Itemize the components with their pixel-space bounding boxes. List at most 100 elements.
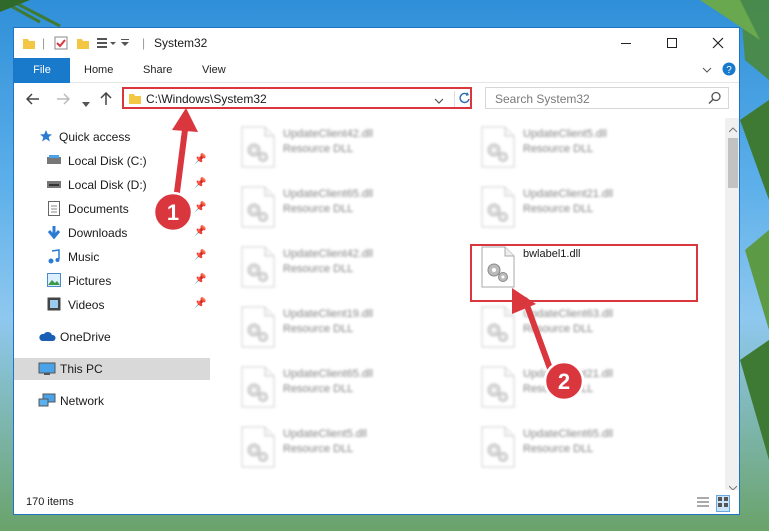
target-file-highlight — [470, 244, 698, 302]
file-item[interactable]: UpdateClient19.dll Resource DLL — [211, 302, 441, 348]
dll-gear-icon — [241, 126, 275, 168]
pin-icon[interactable]: 📌 — [194, 274, 206, 285]
address-bar[interactable]: C:\Windows\System32 — [122, 87, 472, 109]
sidebar-item-label: Local Disk (C:) — [68, 154, 147, 168]
scrollbar-thumb[interactable] — [728, 138, 738, 188]
customize-qa-icon[interactable] — [96, 35, 118, 51]
file-item[interactable]: UpdateClient65.dll Resource DLL — [211, 362, 441, 408]
pin-icon[interactable]: 📌 — [194, 154, 206, 165]
computer-icon — [38, 362, 56, 375]
search-input[interactable]: Search System32 — [485, 87, 729, 109]
sidebar-item-documents[interactable]: Documents 📌 — [14, 198, 210, 220]
file-name: UpdateClient21.dll — [523, 188, 613, 200]
dll-gear-icon — [241, 306, 275, 348]
pin-icon[interactable]: 📌 — [194, 202, 206, 213]
expand-ribbon-icon[interactable] — [702, 64, 712, 78]
folder-icon — [22, 35, 36, 51]
sidebar-item-onedrive[interactable]: OneDrive — [14, 326, 210, 348]
dll-gear-icon — [481, 126, 515, 168]
network-icon — [38, 393, 56, 407]
details-view-icon[interactable] — [696, 496, 710, 511]
file-item[interactable]: UpdateClient5.dll Resource DLL — [211, 422, 441, 468]
sidebar-item-pictures[interactable]: Pictures 📌 — [14, 270, 210, 292]
sidebar-item-local-disk-d[interactable]: Local Disk (D:) 📌 — [14, 174, 210, 196]
file-type: Resource DLL — [523, 383, 594, 395]
file-type: Resource DLL — [523, 323, 594, 335]
navigation-bar: C:\Windows\System32 Search System32 — [14, 83, 739, 117]
file-type: Resource DLL — [283, 263, 354, 275]
pin-icon[interactable]: 📌 — [194, 298, 206, 309]
divider: | — [142, 36, 146, 50]
file-item[interactable]: UpdateClient42.dll Resource DLL — [211, 242, 441, 288]
file-type: Resource DLL — [523, 203, 594, 215]
address-dropdown-icon[interactable] — [434, 95, 444, 109]
address-path[interactable]: C:\Windows\System32 — [146, 92, 267, 106]
sidebar-item-quick-access[interactable]: Quick access — [14, 126, 210, 148]
window-title: System32 — [154, 36, 208, 50]
large-icons-view-icon[interactable] — [716, 495, 730, 512]
music-icon — [48, 249, 60, 264]
folder-icon — [128, 92, 142, 108]
file-name: UpdateClient65.dll — [283, 368, 373, 380]
dll-gear-icon — [241, 246, 275, 288]
download-icon — [47, 226, 61, 240]
dll-gear-icon — [481, 186, 515, 228]
ribbon: File Home Share View ? — [14, 58, 739, 104]
sidebar-item-music[interactable]: Music 📌 — [14, 246, 210, 268]
minimize-button[interactable] — [603, 28, 649, 58]
pin-icon[interactable]: 📌 — [194, 226, 206, 237]
file-type: Resource DLL — [523, 143, 594, 155]
pin-icon[interactable]: 📌 — [194, 250, 206, 261]
file-list: UpdateClient42.dll Resource DLL UpdateClie… — [211, 118, 725, 486]
maximize-button[interactable] — [649, 28, 695, 58]
file-name: UpdateClient65.dll — [283, 188, 373, 200]
svg-text:?: ? — [726, 65, 732, 76]
sidebar-item-this-pc[interactable]: This PC — [14, 358, 210, 380]
file-item[interactable]: UpdateClient65.dll Resource DLL — [451, 422, 681, 468]
sidebar-item-videos[interactable]: Videos 📌 — [14, 294, 210, 316]
file-name: UpdateClient21.dll — [523, 368, 613, 380]
sidebar-item-label: Documents — [68, 202, 129, 216]
dll-gear-icon — [241, 426, 275, 468]
sidebar-item-label: Videos — [68, 298, 105, 312]
file-item[interactable]: UpdateClient63.dll Resource DLL — [451, 302, 681, 348]
dll-gear-icon — [241, 186, 275, 228]
drive-icon — [47, 181, 61, 188]
star-icon — [40, 130, 52, 142]
properties-icon[interactable] — [54, 35, 68, 51]
tab-home[interactable]: Home — [84, 58, 113, 82]
refresh-icon[interactable] — [454, 91, 471, 107]
forward-arrow-icon[interactable] — [56, 92, 71, 108]
file-type: Resource DLL — [283, 323, 354, 335]
file-item[interactable]: UpdateClient5.dll Resource DLL — [451, 122, 681, 168]
sidebar-item-downloads[interactable]: Downloads 📌 — [14, 222, 210, 244]
file-name: UpdateClient42.dll — [283, 128, 373, 140]
scroll-up-icon[interactable] — [728, 122, 738, 136]
back-arrow-icon[interactable] — [25, 92, 40, 108]
dll-gear-icon — [481, 306, 515, 348]
close-button[interactable] — [695, 28, 739, 58]
recent-locations-icon[interactable] — [82, 95, 90, 111]
pin-icon[interactable]: 📌 — [194, 178, 206, 189]
sidebar-item-local-disk-c[interactable]: Local Disk (C:) 📌 — [14, 150, 210, 172]
file-type: Resource DLL — [283, 443, 354, 455]
file-item[interactable]: UpdateClient21.dll Resource DLL — [451, 362, 681, 408]
up-arrow-icon[interactable] — [100, 91, 112, 109]
vertical-scrollbar[interactable] — [725, 118, 739, 491]
dropdown-arrow-icon[interactable] — [120, 35, 130, 51]
help-icon[interactable]: ? — [722, 62, 736, 79]
file-item[interactable]: UpdateClient65.dll Resource DLL — [211, 182, 441, 228]
cloud-icon — [39, 331, 56, 341]
sidebar-item-label: This PC — [60, 362, 103, 376]
file-item[interactable]: UpdateClient42.dll Resource DLL — [211, 122, 441, 168]
tab-share[interactable]: Share — [143, 58, 172, 82]
sidebar-item-label: Network — [60, 394, 105, 408]
file-name: UpdateClient42.dll — [283, 248, 373, 260]
dll-gear-icon — [481, 366, 515, 408]
file-item[interactable]: UpdateClient21.dll Resource DLL — [451, 182, 681, 228]
navigation-pane: Quick access Local Disk (C:) 📌 Local Dis… — [14, 118, 210, 488]
file-type: Resource DLL — [283, 383, 354, 395]
tab-view[interactable]: View — [202, 58, 226, 82]
new-folder-icon[interactable] — [76, 35, 90, 51]
sidebar-item-network[interactable]: Network — [14, 390, 210, 412]
